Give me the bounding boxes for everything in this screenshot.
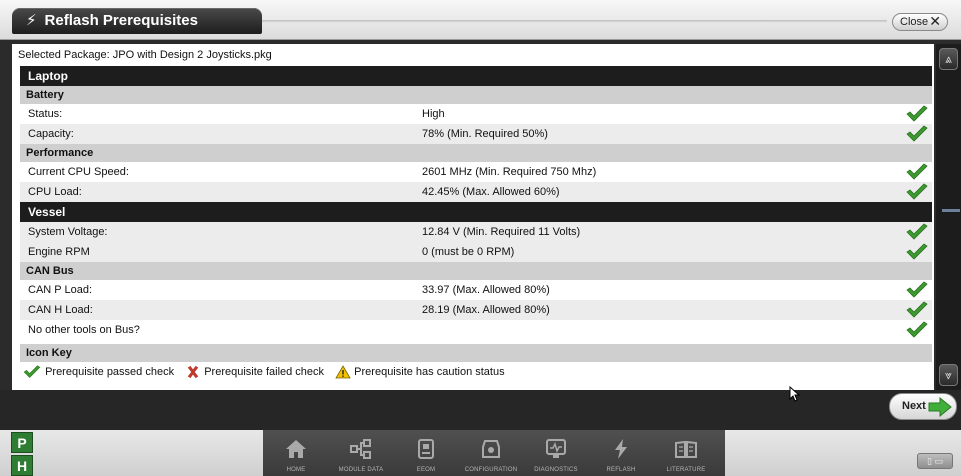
prerequisites-panel: Selected Package: JPO with Design 2 Joys… [12, 44, 934, 390]
subsection-battery: Battery [20, 86, 932, 104]
lightning-bolt-icon: ⚡ [26, 12, 37, 29]
row-label: Status: [28, 108, 63, 120]
close-icon: ✕ [929, 13, 941, 29]
row-label: Capacity: [28, 128, 74, 140]
title-bar: ⚡ Reflash Prerequisites Close ✕ [0, 0, 961, 40]
configuration-icon [482, 440, 500, 458]
dialog-footer: Next [0, 390, 961, 430]
window-title-tab: ⚡ Reflash Prerequisites [12, 8, 262, 34]
chevron-down-icon: ⩔ [945, 368, 952, 382]
subsection-icon-key: Icon Key [20, 344, 932, 362]
nav-label: REFLASH [606, 467, 636, 473]
row-value: High [422, 108, 445, 120]
check-passed-icon [906, 163, 928, 180]
next-button[interactable]: Next [889, 393, 957, 420]
row-label: CPU Load: [28, 186, 82, 198]
row-value: 12.84 V (Min. Required 11 Volts) [422, 226, 581, 238]
table-row: CAN P Load: 33.97 (Max. Allowed 80%) [20, 280, 932, 300]
nav-label: CONFIGURATION [464, 467, 518, 473]
section-laptop: Laptop [20, 66, 932, 86]
eeom-icon [418, 439, 434, 459]
subsection-can-bus: CAN Bus [20, 262, 932, 280]
check-passed-icon [906, 243, 928, 260]
row-label: Engine RPM [28, 246, 90, 258]
mouse-cursor-icon [789, 386, 801, 402]
check-failed-icon [187, 365, 199, 379]
table-row: No other tools on Bus? [20, 320, 932, 340]
nav-label: HOME [286, 467, 306, 473]
next-label: Next [902, 400, 926, 412]
reflash-icon [615, 439, 627, 459]
check-passed-icon [906, 281, 928, 298]
nav-label: LITERATURE [666, 467, 706, 473]
row-label: System Voltage: [28, 226, 108, 238]
nav-home[interactable]: HOME [265, 430, 327, 476]
table-row: Capacity: 78% (Min. Required 50%) [20, 124, 932, 144]
check-passed-icon [906, 125, 928, 142]
nav-literature[interactable]: LITERATURE [655, 430, 717, 476]
home-icon [286, 440, 306, 458]
row-value: 28.19 (Max. Allowed 80%) [422, 304, 550, 316]
bottom-nav-bar: P H HOME MODULE DATA EEOM CONFIGURATION … [0, 430, 961, 476]
icon-key-legend: Prerequisite passed check Prerequisite f… [20, 362, 932, 382]
row-value: 0 (must be 0 RPM) [422, 246, 515, 258]
key-failed-label: Prerequisite failed check [204, 366, 325, 379]
scroll-thumb[interactable] [942, 209, 960, 212]
key-passed-label: Prerequisite passed check [45, 366, 175, 379]
check-passed-icon [906, 301, 928, 318]
nav-label: MODULE DATA [338, 467, 384, 473]
close-button[interactable]: Close ✕ [892, 13, 948, 31]
title-divider [262, 20, 887, 23]
nav-label: EEOM [416, 467, 436, 473]
window-mode-icon: ▯ ▭ [927, 456, 943, 466]
row-value: 42.45% (Max. Allowed 60%) [422, 186, 560, 198]
check-passed-icon [906, 223, 928, 240]
check-passed-icon [906, 105, 928, 122]
vertical-scrollbar[interactable]: ⩓ ⩔ [936, 44, 961, 390]
table-row: CAN H Load: 28.19 (Max. Allowed 80%) [20, 300, 932, 320]
close-label: Close [900, 16, 929, 28]
nav-module-data[interactable]: MODULE DATA [330, 430, 392, 476]
table-row: System Voltage: 12.84 V (Min. Required 1… [20, 222, 932, 242]
row-label: CAN P Load: [28, 284, 93, 296]
nav-strip: HOME MODULE DATA EEOM CONFIGURATION DIAG… [263, 430, 725, 476]
h-button[interactable]: H [11, 455, 33, 476]
window-title: Reflash Prerequisites [44, 12, 198, 29]
p-button[interactable]: P [11, 432, 33, 453]
row-value: 33.97 (Max. Allowed 80%) [422, 284, 550, 296]
nav-eeom[interactable]: EEOM [395, 430, 457, 476]
row-label: Current CPU Speed: [28, 166, 129, 178]
table-row: Current CPU Speed: 2601 MHz (Min. Requir… [20, 162, 932, 182]
check-passed-icon [23, 365, 41, 378]
nav-configuration[interactable]: CONFIGURATION [460, 430, 522, 476]
nav-diagnostics[interactable]: DIAGNOSTICS [525, 430, 587, 476]
table-row: Status: High [20, 104, 932, 124]
literature-icon [675, 440, 697, 458]
row-label: CAN H Load: [28, 304, 93, 316]
table-row: CPU Load: 42.45% (Max. Allowed 60%) [20, 182, 932, 202]
check-passed-icon [906, 183, 928, 200]
module-data-icon [350, 439, 371, 459]
window-mode-button[interactable]: ▯ ▭ [917, 453, 953, 469]
section-vessel: Vessel [20, 202, 932, 222]
nav-reflash[interactable]: REFLASH [590, 430, 652, 476]
scroll-up-button[interactable]: ⩓ [939, 48, 958, 70]
row-value: 2601 MHz (Min. Required 750 Mhz) [422, 166, 597, 178]
scroll-down-button[interactable]: ⩔ [939, 364, 958, 386]
caution-icon [335, 365, 351, 379]
key-caution-label: Prerequisite has caution status [354, 366, 505, 379]
table-row: Engine RPM 0 (must be 0 RPM) [20, 242, 932, 262]
chevron-up-icon: ⩓ [945, 52, 952, 66]
arrow-right-icon [928, 397, 952, 417]
row-label: No other tools on Bus? [28, 324, 140, 336]
selected-package: Selected Package: JPO with Design 2 Joys… [18, 49, 272, 61]
diagnostics-icon [546, 439, 566, 458]
subsection-performance: Performance [20, 144, 932, 162]
check-passed-icon [906, 321, 928, 338]
nav-label: DIAGNOSTICS [534, 467, 578, 473]
row-value: 78% (Min. Required 50%) [422, 128, 548, 140]
